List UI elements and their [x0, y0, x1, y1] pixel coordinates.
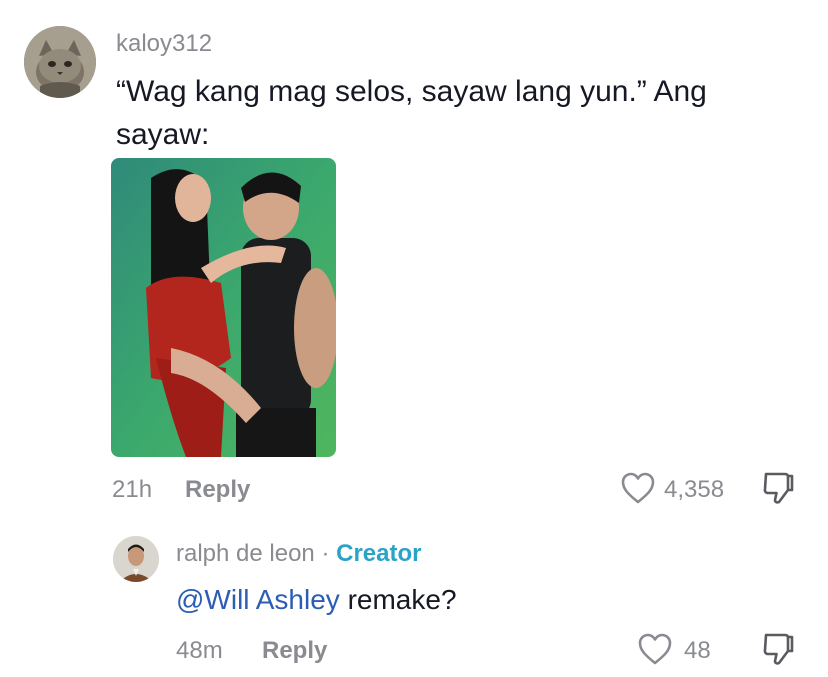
comment-photo[interactable] — [111, 158, 336, 457]
reply-like-count: 48 — [684, 637, 711, 664]
heart-outline-icon[interactable] — [637, 632, 673, 666]
dance-photo-image — [111, 158, 336, 457]
man-in-suit-avatar-image — [113, 536, 159, 582]
commenter-username[interactable]: kaloy312 — [116, 30, 212, 58]
reply-username-line: ralph de leon · Creator — [176, 540, 421, 568]
reply-time: 48m — [176, 637, 223, 664]
reply-button[interactable]: Reply — [185, 476, 250, 504]
mention-link[interactable]: @Will Ashley — [176, 584, 340, 615]
cat-avatar-image — [24, 26, 96, 98]
thumbs-down-icon[interactable] — [761, 631, 795, 667]
like-count: 4,358 — [664, 476, 725, 503]
creator-badge: Creator — [336, 540, 422, 567]
reply-username[interactable]: ralph de leon — [176, 540, 315, 567]
comment-time: 21h — [112, 476, 153, 503]
commenter-avatar[interactable] — [24, 26, 96, 98]
reply-text: @Will Ashley remake? — [176, 584, 457, 616]
reply-reply-button[interactable]: Reply — [262, 637, 327, 665]
heart-outline-icon[interactable] — [620, 471, 656, 505]
comment-text: “Wag kang mag selos, sayaw lang yun.” An… — [116, 75, 707, 151]
thumbs-down-icon[interactable] — [761, 470, 795, 506]
reply-body: remake? — [339, 584, 457, 615]
separator-dot: · — [321, 540, 330, 567]
reply-avatar[interactable] — [113, 536, 159, 582]
